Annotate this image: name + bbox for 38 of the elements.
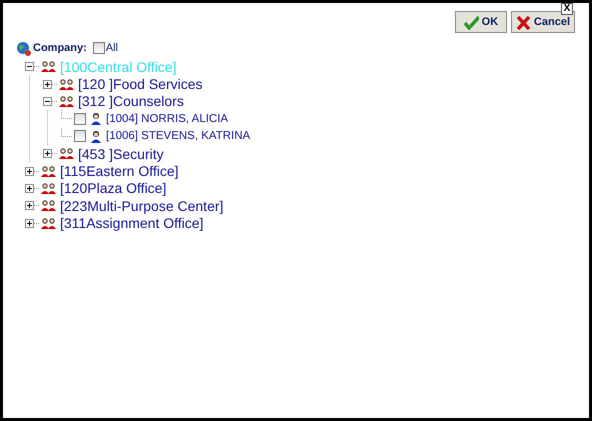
company-label: Company: xyxy=(33,42,87,54)
close-button[interactable]: X xyxy=(561,3,573,15)
collapse-icon[interactable] xyxy=(43,96,52,106)
people-icon xyxy=(58,147,75,160)
cancel-button[interactable]: Cancel xyxy=(510,11,575,33)
checkbox[interactable] xyxy=(74,112,86,125)
expand-icon[interactable] xyxy=(25,166,34,176)
tree-item[interactable]: [453 ]Security xyxy=(78,146,164,162)
all-label: All xyxy=(106,42,118,54)
person-icon xyxy=(90,112,102,126)
people-icon xyxy=(40,199,57,212)
tree-item[interactable]: [311Assignment Office] xyxy=(60,215,204,232)
tree-item[interactable]: [120Plaza Office] xyxy=(60,180,166,196)
people-icon xyxy=(58,78,75,91)
expand-icon[interactable] xyxy=(43,80,52,89)
people-icon xyxy=(40,216,57,230)
globe-icon xyxy=(16,40,31,56)
people-icon xyxy=(40,182,57,195)
expand-icon[interactable] xyxy=(25,218,34,228)
ok-button[interactable]: OK xyxy=(454,11,507,33)
check-icon xyxy=(464,14,479,30)
tree-item[interactable]: [312 ]Counselors xyxy=(78,93,184,110)
people-icon xyxy=(40,164,57,178)
people-icon xyxy=(58,94,75,108)
expand-icon[interactable] xyxy=(25,184,34,193)
people-icon xyxy=(40,60,57,74)
tree-item[interactable]: [1004] NORRIS, ALICIA xyxy=(106,112,228,125)
tree-item[interactable]: [1006] STEVENS, KATRINA xyxy=(106,130,250,142)
expand-icon[interactable] xyxy=(43,149,52,158)
expand-icon[interactable] xyxy=(25,201,34,210)
tree-item[interactable]: [120 ]Food Services xyxy=(78,76,203,92)
tree-item[interactable]: [223Multi-Purpose Center] xyxy=(60,198,224,214)
checkbox[interactable] xyxy=(74,130,86,142)
all-checkbox[interactable] xyxy=(92,42,105,54)
cross-icon xyxy=(516,14,531,30)
person-icon xyxy=(90,130,102,143)
collapse-icon[interactable] xyxy=(25,62,34,72)
tree-item[interactable]: [115Eastern Office] xyxy=(60,163,179,180)
